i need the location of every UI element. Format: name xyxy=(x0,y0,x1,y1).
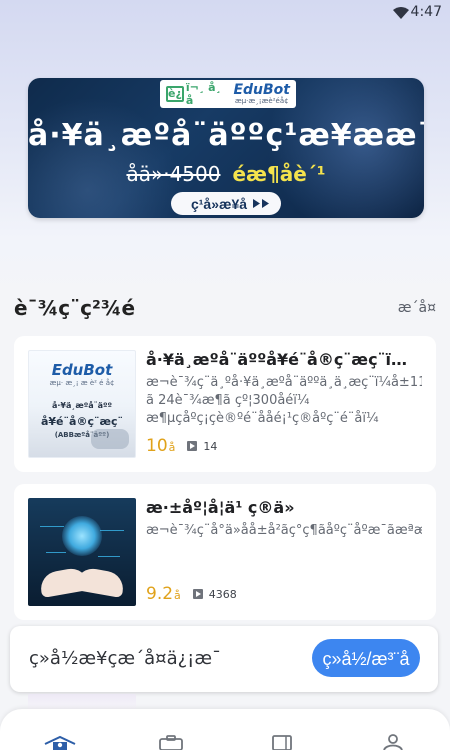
bottom-navigation xyxy=(0,709,450,750)
course-score: 9.2å xyxy=(146,584,181,604)
robot-graphic xyxy=(91,429,129,449)
brand-mark-icon: è¿ xyxy=(166,86,184,102)
play-icon xyxy=(187,441,198,451)
thumbnail-line-1: å·¥ä¸æºå¨äºº xyxy=(51,401,113,410)
circuit-line xyxy=(100,530,124,531)
sign-up-cta-button[interactable]: ç¹å»æ¥å xyxy=(171,192,281,215)
course-description: æ¬è¯¾ç¨å°ä»åå±å²ãç°ç¶ãåºç¨åºæ¯ãæªæ¥æèè§å… xyxy=(146,523,422,538)
edubot-logo-sub: æµ·æ¸¡æè²éå¢ xyxy=(234,97,289,105)
promo-banner[interactable]: è¿ ï¬¸ å¸ å EduBot æµ·æ¸¡æè²éå¢ å·¥ä¸æºå… xyxy=(28,78,424,218)
banner-logo-strip: è¿ ï¬¸ å¸ å EduBot æµ·æ¸¡æè²éå¢ xyxy=(160,80,296,108)
brain-glow-graphic xyxy=(62,516,102,556)
thumbnail-line-2: å¥é¨å®ç¨æç¨ xyxy=(40,415,124,428)
user-icon xyxy=(383,734,403,750)
course-card[interactable]: æ·±åº¦å­¦ä¹ ç®ä» æ¬è¯¾ç¨å°ä»åå±å²ãç°ç¶ãå… xyxy=(14,484,436,620)
edubot-logo-main: EduBot xyxy=(233,82,290,98)
play-count: 14 xyxy=(187,440,217,453)
banner-title: å·¥ä¸æºå¨äººç¹æ¥ææ¯ xyxy=(28,118,424,153)
login-prompt-text: ç»å½æ¥çæ´å¤ä¿¡æ¯ xyxy=(29,648,222,669)
course-description: æ¬è¯¾ç¨ä¸ºå·¥ä¸æºå¨äººä¸ä¸æç¨ï¼å±11ç« ã … xyxy=(146,375,422,426)
play-icon xyxy=(192,589,203,599)
home-icon xyxy=(44,735,76,750)
thumbnail-logo-main: EduBot xyxy=(51,361,113,379)
double-chevron-right-icon xyxy=(253,199,269,208)
course-card[interactable]: EduBot æµ· æ¸¡ æ è² é å¢ å·¥ä¸æºå¨äºº å¥… xyxy=(14,336,436,472)
play-count: 4368 xyxy=(192,587,237,601)
course-meta: 10å 14 xyxy=(146,436,217,456)
sign-up-cta-label: ç¹å»æ¥å xyxy=(190,196,248,212)
brand-logo-left: è¿ ï¬¸ å¸ å xyxy=(166,81,225,107)
nav-courses[interactable] xyxy=(151,732,191,750)
free-promotion-label: éæ¶åè´¹ xyxy=(232,162,326,186)
thumbnail-logo: EduBot æµ· æ¸¡ æ è² é å¢ xyxy=(29,363,135,387)
edubot-logo: EduBot æµ·æ¸¡æè²éå¢ xyxy=(233,83,290,105)
nav-home[interactable] xyxy=(40,732,80,750)
nav-library[interactable] xyxy=(262,732,302,750)
wifi-icon xyxy=(393,7,409,19)
login-register-button[interactable]: ç»å½/æ³¨å xyxy=(312,639,420,677)
thumbnail-logo-sub: æµ· æ¸¡ æ è² é å¢ xyxy=(49,379,115,387)
circuit-line xyxy=(46,552,66,553)
course-score-value: 10 xyxy=(146,436,168,456)
login-prompt-bar: ç»å½æ¥çæ´å¤ä¿¡æ¯ ç»å½/æ³¨å xyxy=(10,626,438,692)
course-score-unit: å xyxy=(168,441,176,454)
course-title: å·¥ä¸æºå¨äººå¥é¨å®ç¨æç¨ï¼ABBæºå¨... xyxy=(146,350,418,369)
original-price: åä»·4500 xyxy=(126,162,221,186)
play-count-value: 14 xyxy=(203,439,218,453)
course-score: 10å xyxy=(146,436,175,456)
section-title: è¯¾ç¨ç²¾é xyxy=(14,296,136,320)
course-thumbnail xyxy=(28,498,136,606)
status-time: 4:47 xyxy=(410,4,442,20)
course-score-value: 9.2 xyxy=(146,584,174,604)
featured-courses-header: è¯¾ç¨ç²¾é æ´å¤ xyxy=(14,296,436,324)
course-score-unit: å xyxy=(174,589,181,602)
status-bar: 4:47 xyxy=(0,0,450,28)
course-thumbnail: EduBot æµ· æ¸¡ æ è² é å¢ å·¥ä¸æºå¨äºº å¥… xyxy=(28,350,136,458)
price-row: åä»·4500 éæ¶åè´¹ xyxy=(28,162,424,186)
circuit-line xyxy=(40,526,64,527)
right-hand-graphic xyxy=(74,566,126,598)
circuit-line xyxy=(98,556,120,557)
course-meta: 9.2å 4368 xyxy=(146,584,237,604)
brand-logo-left-text: ï¬¸ å¸ å xyxy=(185,81,222,107)
briefcase-icon xyxy=(159,735,183,750)
nav-profile[interactable] xyxy=(373,732,413,750)
more-link[interactable]: æ´å¤ xyxy=(398,300,436,316)
course-title: æ·±åº¦å­¦ä¹ ç®ä» xyxy=(146,498,295,517)
play-count-value: 4368 xyxy=(208,587,237,601)
book-icon xyxy=(272,735,292,750)
